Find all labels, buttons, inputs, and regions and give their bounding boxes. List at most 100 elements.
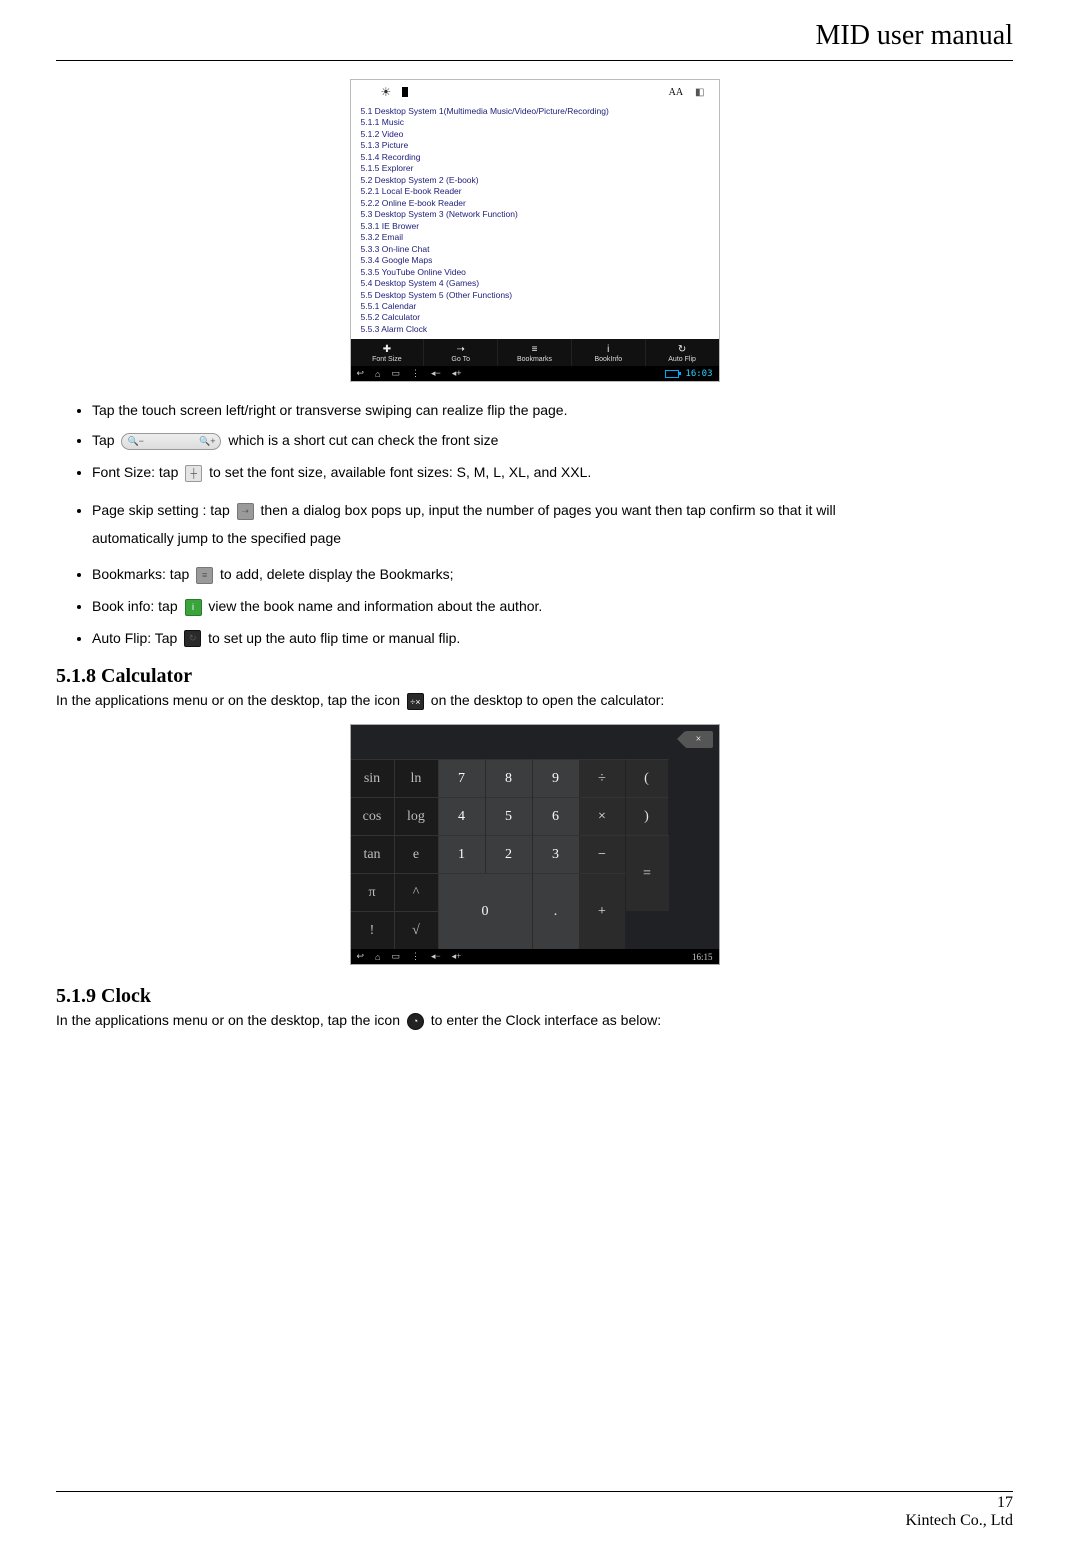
toc-line: 5.5 Desktop System 5 (Other Functions) — [361, 290, 709, 301]
fontsize-inline-icon: ┼ — [185, 465, 202, 482]
heading-calculator: 5.1.8 Calculator — [56, 665, 1013, 688]
toc-line: 5.5.3 Alarm Clock — [361, 324, 709, 335]
battery-status-icon — [665, 370, 679, 378]
bullet-pageskip: Page skip setting : tap ➝ then a dialog … — [92, 496, 1013, 552]
bullet-text: view the book name and information about… — [208, 598, 542, 614]
key-eq: = — [626, 835, 669, 911]
back-icon: ↩ — [357, 368, 365, 379]
toolbar-label: Bookmarks — [517, 356, 552, 363]
bullet-text: to add, delete display the Bookmarks; — [220, 566, 453, 582]
vol-up-icon: ◂+ — [452, 951, 462, 962]
key-3: 3 — [533, 835, 580, 873]
toolbar-autoflip: ↻Auto Flip — [646, 339, 719, 366]
calc-screenshot: × sin ln 7 8 9 ÷ ( cos log 4 5 6 × ) ta — [350, 724, 720, 965]
key-5: 5 — [486, 797, 533, 835]
toc-line: 5.5.1 Calendar — [361, 301, 709, 312]
toc-line: 5.2 Desktop System 2 (E-book) — [361, 175, 709, 186]
bullet-fontsize: Font Size: tap ┼ to set the font size, a… — [92, 464, 1013, 482]
calc-keypad: sin ln 7 8 9 ÷ ( cos log 4 5 6 × ) tan e… — [351, 759, 719, 949]
menu-icon: ⋮ — [411, 368, 420, 379]
home-icon: ⌂ — [375, 369, 380, 379]
bullet-swipe: Tap the touch screen left/right or trans… — [92, 402, 1013, 418]
status-clock: 16:15 — [692, 952, 713, 962]
toc-line: 5.1.2 Video — [361, 129, 709, 140]
bullet-text: then a dialog box pops up, input the num… — [261, 502, 836, 518]
reader-screenshot: ☀ AA ◧ 5.1 Desktop System 1(Multimedia M… — [350, 79, 720, 382]
bullet-bookinfo: Book info: tap i view the book name and … — [92, 598, 1013, 616]
key-0: 0 — [439, 873, 533, 949]
toc-line: 5.3.2 Email — [361, 232, 709, 243]
key-pow: ^ — [395, 873, 439, 911]
footer-rule — [56, 1491, 1013, 1492]
page-footer: 17 Kintech Co., Ltd — [56, 1491, 1013, 1530]
key-fact: ! — [351, 911, 395, 949]
calculator-intro: In the applications menu or on the deskt… — [56, 692, 1013, 710]
para-text: on the desktop to open the calculator: — [431, 692, 665, 708]
autoflip-inline-icon: ↻ — [184, 630, 201, 647]
feature-bullets: Tap the touch screen left/right or trans… — [56, 402, 1013, 647]
toc-line: 5.2.2 Online E-book Reader — [361, 198, 709, 209]
vol-down-icon: ◂− — [431, 951, 441, 962]
key-add: + — [580, 873, 626, 949]
key-sub: − — [580, 835, 626, 873]
recent-icon: ▭ — [391, 368, 400, 379]
header-rule — [56, 60, 1013, 61]
toolbar-label: Go To — [451, 356, 470, 363]
toc-line: 5.3.1 IE Brower — [361, 221, 709, 232]
key-7: 7 — [439, 759, 486, 797]
key-sin: sin — [351, 759, 395, 797]
calc-display: × — [351, 725, 719, 759]
key-sqrt: √ — [395, 911, 439, 949]
reader-toolbar: ✚Font Size ➝Go To ≡Bookmarks iBookInfo ↻… — [351, 339, 719, 366]
key-6: 6 — [533, 797, 580, 835]
para-text: In the applications menu or on the deskt… — [56, 1012, 400, 1028]
key-2: 2 — [486, 835, 533, 873]
toolbar-bookmarks: ≡Bookmarks — [498, 339, 572, 366]
vol-up-icon: ◂+ — [452, 368, 462, 379]
bullet-text: which is a short cut can check the front… — [228, 432, 498, 448]
zoom-out-icon: 🔍− — [127, 436, 143, 447]
toc-line: 5.1.5 Explorer — [361, 163, 709, 174]
reader-screenshot-wrapper: ☀ AA ◧ 5.1 Desktop System 1(Multimedia M… — [56, 79, 1013, 382]
delete-key-icon: × — [685, 731, 713, 748]
bookmark-top-icon: ◧ — [695, 87, 704, 98]
menu-icon: ⋮ — [411, 951, 420, 962]
toc-line: 5.4 Desktop System 4 (Games) — [361, 278, 709, 289]
toc-line: 5.3.3 On-line Chat — [361, 244, 709, 255]
key-dot: . — [533, 873, 580, 949]
key-div: ÷ — [580, 759, 626, 797]
bullet-autoflip: Auto Flip: Tap ↻ to set up the auto flip… — [92, 630, 1013, 648]
bullet-text: to set the font size, available font siz… — [209, 464, 591, 480]
document-page: MID user manual ☀ AA ◧ 5.1 Desktop Syste… — [0, 0, 1069, 1552]
key-log: log — [395, 797, 439, 835]
bullet-bookmarks: Bookmarks: tap ≡ to add, delete display … — [92, 566, 1013, 584]
battery-icon — [402, 87, 408, 97]
toc-line: 5.1.4 Recording — [361, 152, 709, 163]
toolbar-label: Auto Flip — [668, 356, 696, 363]
calc-nav-bar: ↩ ⌂ ▭ ⋮ ◂− ◂+ 16:15 — [351, 949, 719, 964]
goto-inline-icon: ➝ — [237, 503, 254, 520]
toc-line: 5.5.2 Calculator — [361, 312, 709, 323]
bullet-text: automatically jump to the specified page — [92, 524, 1013, 552]
toc-line: 5.3 Desktop System 3 (Network Function) — [361, 209, 709, 220]
toolbar-bookinfo: iBookInfo — [572, 339, 646, 366]
clock-app-icon: ◔ — [407, 1013, 424, 1030]
bullet-text: Page skip setting : tap — [92, 502, 230, 518]
zoom-bar-icon: 🔍−🔍+ — [121, 433, 221, 450]
plus-icon: ✚ — [351, 343, 424, 356]
info-icon: i — [572, 343, 645, 356]
autoflip-icon: ↻ — [646, 343, 719, 356]
calc-screenshot-wrapper: × sin ln 7 8 9 ÷ ( cos log 4 5 6 × ) ta — [56, 724, 1013, 965]
clock-intro: In the applications menu or on the deskt… — [56, 1012, 1013, 1030]
reader-nav-bar: ↩ ⌂ ▭ ⋮ ◂− ◂+ 16:03 — [351, 366, 719, 381]
key-pi: π — [351, 873, 395, 911]
brightness-icon: ☀ — [381, 85, 392, 99]
toc-line: 5.1.1 Music — [361, 117, 709, 128]
toolbar-label: BookInfo — [594, 356, 622, 363]
bullet-text: Font Size: tap — [92, 464, 178, 480]
vol-down-icon: ◂− — [431, 368, 441, 379]
page-number: 17 — [56, 1494, 1013, 1512]
key-mul: × — [580, 797, 626, 835]
bullet-text: Auto Flip: Tap — [92, 630, 177, 646]
key-lpar: ( — [626, 759, 669, 797]
